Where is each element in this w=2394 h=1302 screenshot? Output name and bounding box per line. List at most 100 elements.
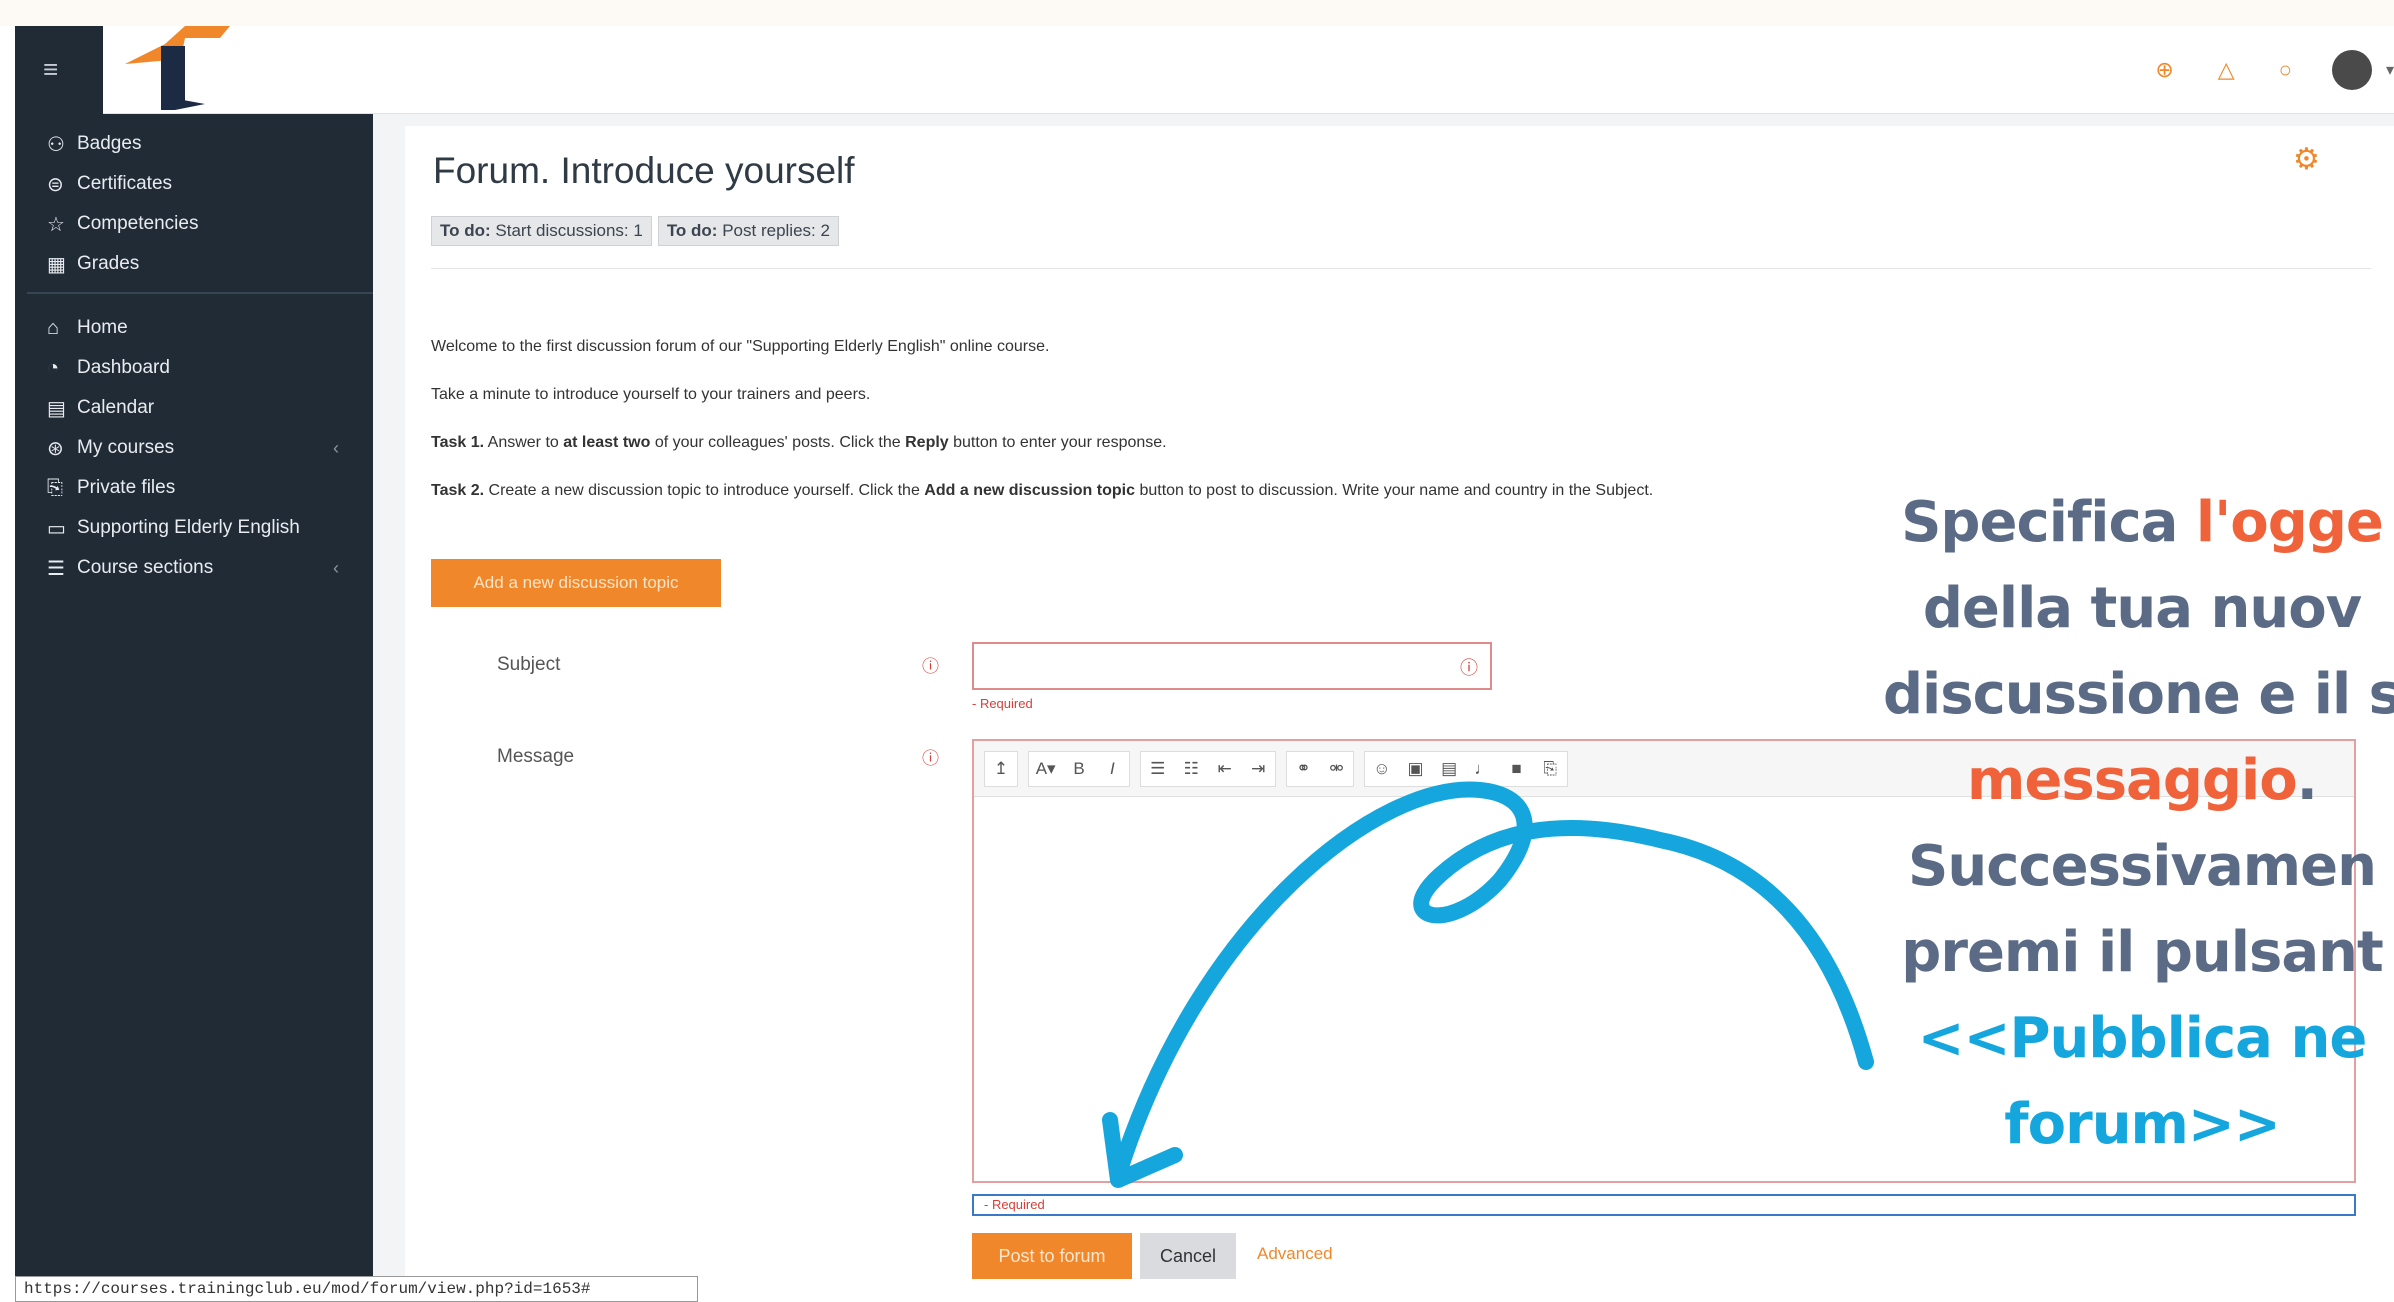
- message-required-field: - Required: [972, 1194, 2356, 1216]
- folder-icon: ▭: [47, 517, 66, 540]
- sidebar-item-competencies[interactable]: ☆ Competencies: [47, 204, 357, 244]
- sidebar: ⚇ Badges ⊜ Certificates ☆ Competencies ▦ Gra…: [15, 114, 373, 1302]
- menu-icon[interactable]: ≡: [43, 54, 58, 85]
- unlink-icon[interactable]: ⚮: [1320, 759, 1353, 779]
- sidebar-item-private-files[interactable]: ⎘ Private files: [47, 468, 357, 508]
- calendar-icon: ▤: [47, 397, 66, 420]
- text-bold: Add a new discussion topic: [924, 482, 1135, 499]
- text-bold: at least two: [563, 434, 651, 451]
- chat-icon[interactable]: ○: [2279, 57, 2292, 83]
- sidebar-item-certificates[interactable]: ⊜ Certificates: [47, 164, 357, 204]
- bullet-list-icon[interactable]: ☰: [1141, 759, 1175, 779]
- sidebar-item-label: Course sections: [77, 557, 214, 578]
- sidebar-item-label: Calendar: [77, 397, 155, 418]
- paste-icon[interactable]: ⎘: [1533, 759, 1567, 779]
- required-icon: ⓘ: [922, 657, 939, 676]
- subject-required-text: - Required: [972, 696, 1033, 711]
- todo-text: Start discussions: 1: [495, 221, 643, 240]
- text: Answer to: [484, 434, 564, 451]
- overlay-line: Specifica l'ogge: [1842, 480, 2394, 566]
- chevron-down-icon[interactable]: ▾: [2386, 60, 2394, 80]
- todo-prefix: To do:: [666, 221, 718, 240]
- sidebar-item-course-sections[interactable]: ☰ Course sections ‹: [47, 548, 357, 588]
- outdent-icon[interactable]: ⇤: [1208, 759, 1242, 779]
- sidebar-item-label: Competencies: [77, 213, 199, 234]
- toolbar-group-lists: ☰ ☷ ⇤ ⇥: [1140, 751, 1276, 787]
- sidebar-item-supporting-elderly-english[interactable]: ▭ Supporting Elderly English: [47, 508, 357, 548]
- overlay-highlight: messaggio: [1967, 748, 2298, 813]
- error-icon: ⓘ: [1460, 658, 1478, 678]
- dashboard-icon: ◔: [47, 356, 60, 379]
- status-bar-url: https://courses.trainingclub.eu/mod/foru…: [15, 1276, 698, 1302]
- required-icon: ⓘ: [922, 749, 939, 768]
- list-icon: ☰: [47, 557, 65, 580]
- overlay-line: Successivamen: [1908, 834, 2377, 899]
- divider: [431, 268, 2371, 269]
- sidebar-item-label: Supporting Elderly English: [77, 517, 300, 538]
- toolbar-group-collapse: ↥: [984, 751, 1018, 787]
- collapse-icon[interactable]: ↥: [985, 759, 1017, 779]
- todo-badge-discussions: To do: Start discussions: 1: [431, 216, 652, 246]
- sidebar-item-calendar[interactable]: ▤ Calendar: [47, 388, 357, 428]
- gear-icon[interactable]: ⚙: [2293, 142, 2320, 177]
- microphone-icon[interactable]: ♩: [1466, 759, 1500, 779]
- globe-icon[interactable]: ⊕: [2155, 57, 2173, 83]
- italic-icon[interactable]: I: [1096, 759, 1129, 779]
- post-to-forum-button[interactable]: Post to forum: [972, 1233, 1132, 1279]
- sidebar-divider: [27, 292, 373, 294]
- sidebar-item-my-courses[interactable]: ⊛ My courses ‹: [47, 428, 357, 468]
- font-size-icon[interactable]: A▾: [1029, 759, 1062, 779]
- page: ≡ ⊕ △ ○ ▾ ⚇ Badges ⊜ Certificates ☆ Compete…: [0, 0, 2394, 1302]
- toolbar-group-format: A▾ B I: [1028, 751, 1130, 787]
- home-icon: ⌂: [47, 316, 60, 339]
- link-icon[interactable]: ⚭: [1287, 759, 1320, 779]
- navbar: ≡ ⊕ △ ○ ▾: [15, 26, 2394, 114]
- toolbar-group-media: ☺ ▣ ▤ ♩ ■ ⎘: [1364, 751, 1568, 787]
- overlay-text: .: [2296, 748, 2318, 813]
- sidebar-item-label: Home: [77, 317, 128, 338]
- overlay-line: premi il pulsant: [1901, 920, 2384, 985]
- cancel-button[interactable]: Cancel: [1140, 1233, 1236, 1279]
- sidebar-item-dashboard[interactable]: ◔ Dashboard: [47, 348, 357, 388]
- indent-icon[interactable]: ⇥: [1242, 759, 1276, 779]
- overlay-line: della tua nuov: [1922, 576, 2362, 641]
- toolbar-group-links: ⚭ ⚮: [1286, 751, 1354, 787]
- chevron-left-icon: ‹: [333, 437, 339, 458]
- chevron-left-icon: ‹: [333, 557, 339, 578]
- sidebar-item-badges[interactable]: ⚇ Badges: [47, 124, 357, 164]
- image-icon[interactable]: ▣: [1399, 759, 1433, 779]
- emoji-icon[interactable]: ☺: [1365, 759, 1399, 779]
- media-icon[interactable]: ▤: [1432, 759, 1466, 779]
- sidebar-item-home[interactable]: ⌂ Home: [47, 308, 357, 348]
- overlay-text: Specifica: [1901, 490, 2196, 555]
- task-2-paragraph: Task 2. Create a new discussion topic to…: [431, 482, 1653, 500]
- video-icon[interactable]: ■: [1500, 759, 1534, 779]
- sidebar-item-label: Grades: [77, 253, 140, 274]
- top-band: [0, 0, 2394, 26]
- certificate-icon: ⊜: [47, 173, 64, 196]
- logo[interactable]: [125, 26, 245, 114]
- navbar-icons: ⊕ △ ○ ▾: [2111, 50, 2394, 90]
- advanced-link[interactable]: Advanced: [1257, 1244, 1333, 1264]
- sidebar-item-label: My courses: [77, 437, 175, 458]
- sidebar-item-label: Badges: [77, 133, 142, 154]
- add-discussion-topic-button[interactable]: Add a new discussion topic: [431, 559, 721, 607]
- task-1-paragraph: Task 1. Answer to at least two of your c…: [431, 434, 1167, 452]
- grades-icon: ▦: [47, 253, 66, 276]
- overlay-highlight: l'ogge: [2195, 490, 2384, 555]
- text: button to post to discussion. Write your…: [1135, 482, 1654, 499]
- page-title: Forum. Introduce yourself: [433, 150, 855, 191]
- avatar[interactable]: [2331, 50, 2372, 90]
- courses-icon: ⊛: [47, 437, 64, 460]
- bell-icon[interactable]: △: [2218, 57, 2235, 83]
- subject-input[interactable]: ⓘ: [972, 642, 1492, 690]
- overlay-line: messaggio.: [1842, 738, 2394, 824]
- star-icon: ☆: [47, 213, 65, 236]
- bold-icon[interactable]: B: [1062, 759, 1095, 779]
- numbered-list-icon[interactable]: ☷: [1175, 759, 1209, 779]
- sidebar-item-label: Private files: [77, 477, 176, 498]
- badge-icon: ⚇: [47, 133, 65, 156]
- sidebar-item-grades[interactable]: ▦ Grades: [47, 244, 357, 284]
- task-label: Task 1.: [431, 434, 485, 451]
- files-icon: ⎘: [47, 476, 63, 499]
